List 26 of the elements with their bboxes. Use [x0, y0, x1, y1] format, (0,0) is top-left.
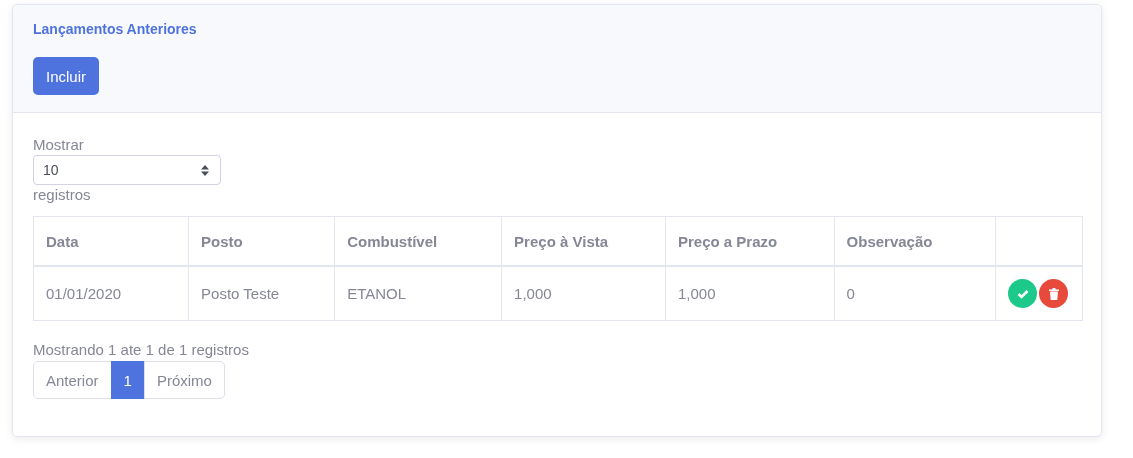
table-cell: ETANOL [334, 266, 502, 321]
column-header: Preço a Prazo [665, 216, 835, 266]
trash-icon [1048, 287, 1059, 300]
sort-caret-icon [201, 164, 209, 176]
delete-button[interactable] [1039, 279, 1068, 308]
table-info: Mostrando 1 ate 1 de 1 registros [33, 340, 250, 360]
table-cell: 0 [834, 266, 996, 321]
add-button[interactable]: Incluir [33, 57, 99, 95]
table-cell: 01/01/2020 [33, 266, 189, 321]
page-button[interactable]: 1 [110, 361, 145, 399]
page-button[interactable]: Anterior [33, 361, 112, 399]
table-cell: 1,000 [665, 266, 835, 321]
column-header: Combustível [334, 216, 502, 266]
column-header: Preço à Vista [501, 216, 666, 266]
column-header: Posto [188, 216, 335, 266]
table-cell: 1,000 [501, 266, 666, 321]
page-size-select[interactable]: 10 [33, 155, 221, 185]
length-suffix: registros [33, 185, 92, 205]
column-header: Data [33, 216, 189, 266]
table-cell: Posto Teste [188, 266, 335, 321]
approve-button[interactable] [1008, 279, 1037, 308]
page-button[interactable]: Próximo [143, 361, 225, 399]
card-title: Lançamentos Anteriores [33, 21, 198, 37]
check-icon [1016, 288, 1029, 299]
length-label: Mostrar [33, 135, 85, 155]
column-header: Observação [834, 216, 996, 266]
